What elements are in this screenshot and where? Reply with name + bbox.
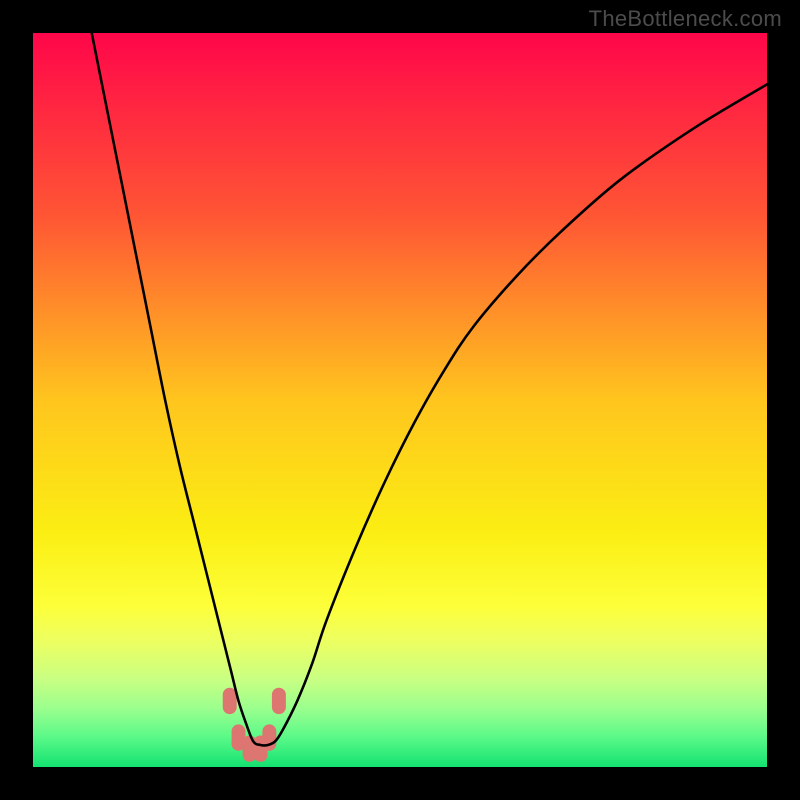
curve-marker: [262, 724, 276, 750]
watermark-text: TheBottleneck.com: [589, 6, 782, 32]
bottleneck-chart: [33, 33, 767, 767]
chart-frame: TheBottleneck.com: [0, 0, 800, 800]
gradient-background: [33, 33, 767, 767]
curve-marker: [272, 688, 286, 714]
curve-marker: [223, 688, 237, 714]
